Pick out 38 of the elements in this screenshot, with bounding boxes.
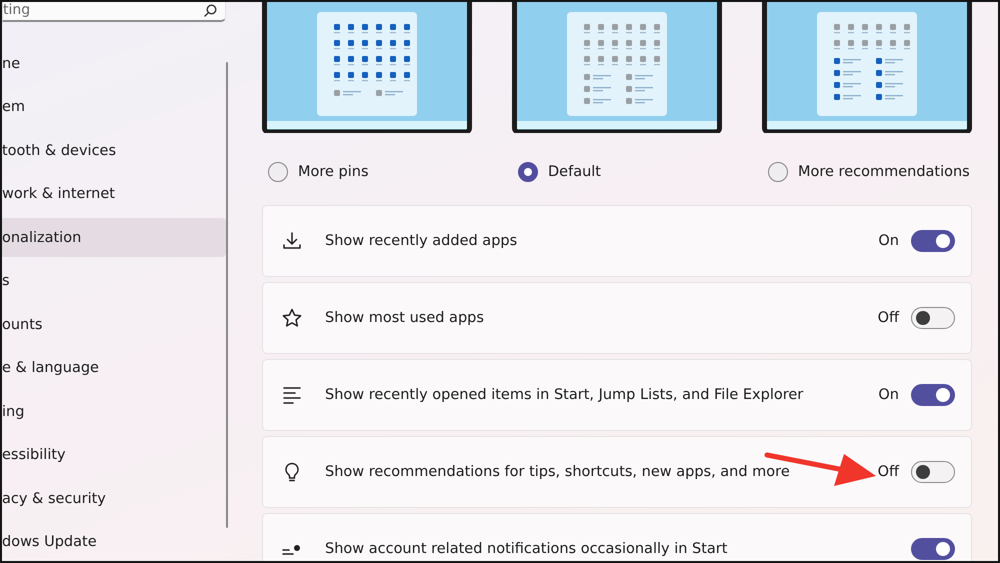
setting-label: Show recommendations for tips, shortcuts, new apps, and more — [325, 464, 791, 480]
radio-label: More recommendations — [798, 164, 970, 180]
sidebar-item[interactable]: ne — [2, 44, 226, 83]
toggle-switch[interactable] — [911, 230, 955, 252]
sidebar-item[interactable]: ounts — [2, 305, 226, 344]
star-icon — [281, 307, 303, 329]
setting-label: Show recently opened items in Start, Jump Lists, and File Explorer — [325, 387, 804, 403]
sidebar-item[interactable]: essibility — [2, 436, 226, 474]
toggle-status: On — [878, 387, 899, 403]
sidebar-item[interactable]: work & internet — [2, 174, 226, 214]
toggle-switch[interactable] — [911, 461, 955, 483]
sidebar-item[interactable]: e & language — [2, 348, 226, 388]
scrollbar[interactable] — [226, 62, 228, 528]
radio-label: Default — [548, 164, 601, 180]
sidebar-item[interactable]: acy & security — [2, 479, 226, 518]
sidebar-item[interactable]: s — [2, 262, 226, 300]
toggle-switch[interactable] — [911, 307, 955, 329]
radio-button[interactable] — [768, 162, 788, 182]
setting-label: Show recently added apps — [325, 233, 518, 249]
sidebar-item[interactable]: onalization — [2, 218, 226, 257]
sidebar-item[interactable]: ing — [2, 392, 226, 431]
radio-button[interactable] — [268, 162, 288, 182]
download-icon — [281, 230, 303, 252]
radio-label: More pins — [298, 164, 369, 180]
search-field[interactable]: ting — [2, 2, 226, 22]
toggle-switch[interactable] — [911, 384, 955, 406]
setting-label: Show most used apps — [325, 310, 485, 326]
toggle-switch[interactable] — [911, 538, 955, 560]
search-icon — [204, 4, 217, 16]
sidebar-item[interactable]: em — [2, 88, 226, 126]
sidebar-item[interactable]: dows Update — [2, 522, 226, 561]
toggle-status: Off — [878, 310, 899, 326]
search-input[interactable]: ting — [3, 2, 123, 18]
radio-button[interactable] — [518, 162, 538, 182]
toggle-status: Off — [878, 464, 899, 480]
toggle-status: On — [878, 233, 899, 249]
setting-label: Show account related notifications occasionally in Start — [325, 541, 728, 557]
sidebar-item[interactable]: tooth & devices — [2, 131, 226, 170]
